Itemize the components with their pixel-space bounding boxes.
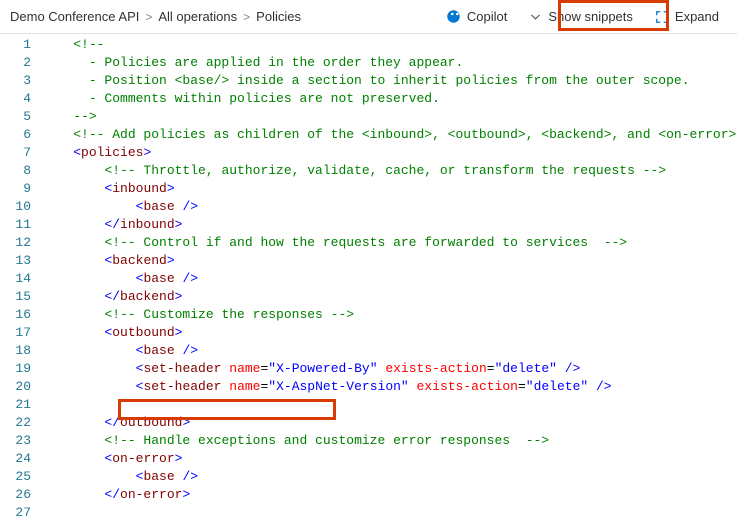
line-number: 23: [0, 432, 31, 450]
line-number: 3: [0, 72, 31, 90]
line-number: 25: [0, 468, 31, 486]
code-line[interactable]: -->: [42, 108, 737, 126]
code-line[interactable]: <inbound>: [42, 180, 737, 198]
line-number-gutter: 1234567891011121314151617181920212223242…: [0, 34, 42, 504]
code-line[interactable]: - Position <base/> inside a section to i…: [42, 72, 737, 90]
code-line[interactable]: <!-- Add policies as children of the <in…: [42, 126, 737, 144]
line-number: 7: [0, 144, 31, 162]
line-number: 21: [0, 396, 31, 414]
line-number: 11: [0, 216, 31, 234]
line-number: 18: [0, 342, 31, 360]
line-number: 13: [0, 252, 31, 270]
code-line[interactable]: - Comments within policies are not prese…: [42, 90, 737, 108]
breadcrumb-item-api[interactable]: Demo Conference API: [10, 9, 139, 24]
code-line[interactable]: <!-- Control if and how the requests are…: [42, 234, 737, 252]
copilot-button[interactable]: Copilot: [438, 5, 515, 28]
line-number: 6: [0, 126, 31, 144]
line-number: 8: [0, 162, 31, 180]
code-line[interactable]: <set-header name="X-Powered-By" exists-a…: [42, 360, 737, 378]
breadcrumb: Demo Conference API > All operations > P…: [10, 9, 301, 24]
code-line[interactable]: <outbound>: [42, 324, 737, 342]
breadcrumb-item-policies[interactable]: Policies: [256, 9, 301, 24]
code-line[interactable]: <!-- Customize the responses -->: [42, 306, 737, 324]
line-number: 17: [0, 324, 31, 342]
code-line[interactable]: [42, 396, 737, 414]
line-number: 10: [0, 198, 31, 216]
header-bar: Demo Conference API > All operations > P…: [0, 0, 737, 34]
toolbar: Copilot Show snippets Expand: [438, 5, 727, 28]
code-line[interactable]: <!--: [42, 36, 737, 54]
line-number: 1: [0, 36, 31, 54]
code-line[interactable]: </inbound>: [42, 216, 737, 234]
line-number: 5: [0, 108, 31, 126]
line-number: 14: [0, 270, 31, 288]
code-content-area[interactable]: <!-- - Policies are applied in the order…: [42, 34, 737, 504]
code-line[interactable]: <base />: [42, 270, 737, 288]
chevron-down-icon: [529, 10, 542, 23]
line-number: 19: [0, 360, 31, 378]
show-snippets-button[interactable]: Show snippets: [521, 5, 641, 28]
code-line[interactable]: <policies>: [42, 144, 737, 162]
line-number: 9: [0, 180, 31, 198]
code-line[interactable]: </backend>: [42, 288, 737, 306]
code-line[interactable]: </on-error>: [42, 486, 737, 504]
expand-button[interactable]: Expand: [647, 5, 727, 28]
code-line[interactable]: <!-- Throttle, authorize, validate, cach…: [42, 162, 737, 180]
code-editor[interactable]: 1234567891011121314151617181920212223242…: [0, 34, 737, 504]
expand-label: Expand: [675, 9, 719, 24]
code-line[interactable]: <!-- Handle exceptions and customize err…: [42, 432, 737, 450]
code-line[interactable]: <base />: [42, 342, 737, 360]
line-number: 24: [0, 450, 31, 468]
code-line[interactable]: <on-error>: [42, 450, 737, 468]
line-number: 15: [0, 288, 31, 306]
breadcrumb-separator: >: [243, 10, 250, 24]
code-line[interactable]: <set-header name="X-AspNet-Version" exis…: [42, 378, 737, 396]
line-number: 26: [0, 486, 31, 504]
line-number: 20: [0, 378, 31, 396]
code-line[interactable]: <base />: [42, 468, 737, 486]
line-number: 2: [0, 54, 31, 72]
code-line[interactable]: - Policies are applied in the order they…: [42, 54, 737, 72]
line-number: 12: [0, 234, 31, 252]
code-line[interactable]: <backend>: [42, 252, 737, 270]
copilot-label: Copilot: [467, 9, 507, 24]
code-line[interactable]: </outbound>: [42, 414, 737, 432]
expand-icon: [655, 10, 669, 24]
line-number: 22: [0, 414, 31, 432]
line-number: 4: [0, 90, 31, 108]
code-line[interactable]: <base />: [42, 198, 737, 216]
line-number: 16: [0, 306, 31, 324]
show-snippets-label: Show snippets: [548, 9, 633, 24]
breadcrumb-item-operations[interactable]: All operations: [158, 9, 237, 24]
breadcrumb-separator: >: [145, 10, 152, 24]
line-number: 27: [0, 504, 31, 522]
copilot-icon: [446, 9, 461, 24]
